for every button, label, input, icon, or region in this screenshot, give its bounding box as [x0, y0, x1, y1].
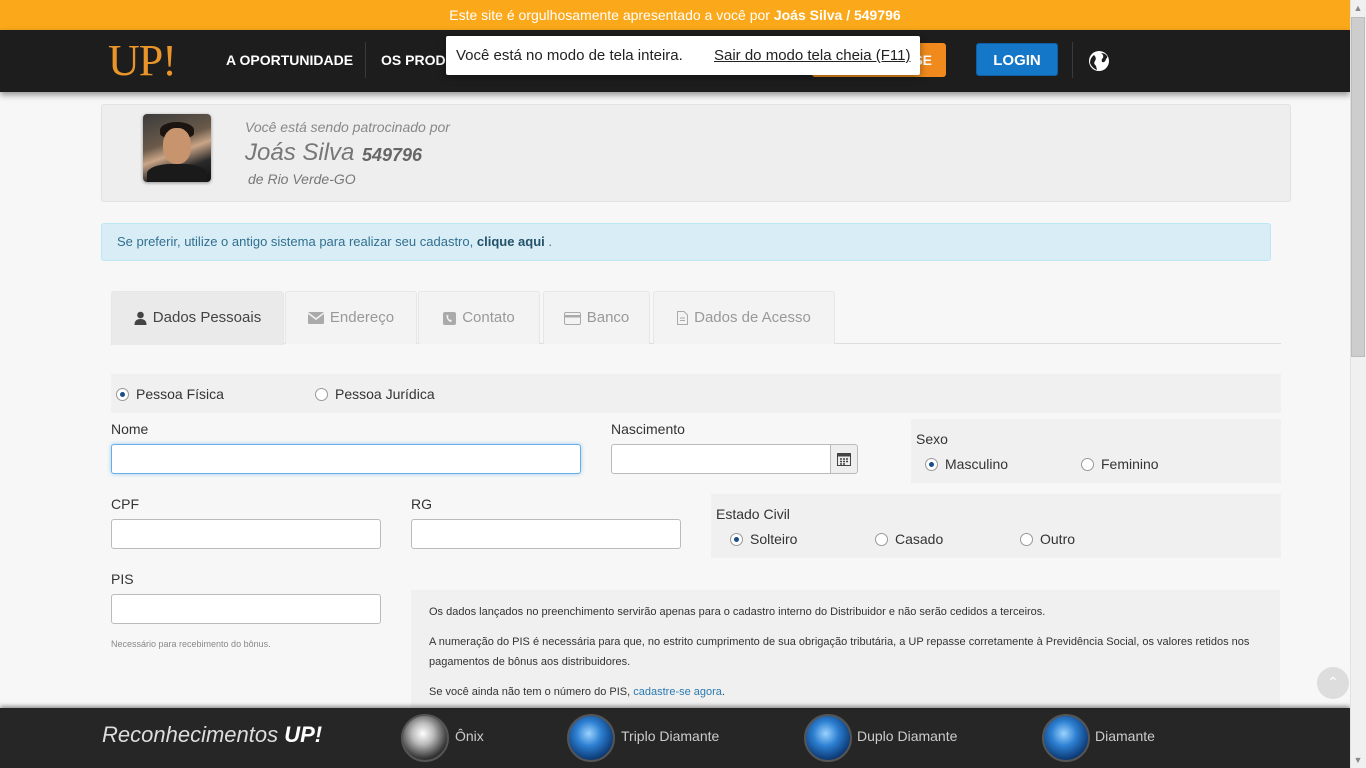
registration-tabs: Dados Pessoais Endereço Contato Banco Da… [111, 291, 1281, 345]
cpf-input[interactable] [111, 519, 381, 549]
cpf-label: CPF [111, 496, 139, 512]
radio-outro[interactable] [1020, 533, 1033, 546]
scroll-down-arrow-icon[interactable]: ▼ [1350, 752, 1366, 768]
radio-pessoa-juridica[interactable] [315, 388, 328, 401]
alert-text: Se preferir, utilize o antigo sistema pa… [117, 234, 474, 249]
scroll-up-arrow-icon[interactable]: ▲ [1350, 0, 1366, 16]
tab-contato[interactable]: Contato [418, 291, 540, 344]
sexo-group [911, 419, 1281, 483]
radio-solteiro[interactable] [730, 533, 743, 546]
tab-label: Dados de Acesso [694, 309, 811, 326]
info-paragraph: A numeração do PIS é necessária para que… [429, 636, 1250, 668]
sponsor-avatar [143, 114, 211, 182]
pis-input[interactable] [111, 594, 381, 624]
radio-casado[interactable] [875, 533, 888, 546]
solteiro-label: Solteiro [750, 531, 798, 547]
double-diamond-badge-icon [804, 714, 852, 762]
pessoa-fisica-label: Pessoa Física [136, 386, 224, 402]
globe-icon[interactable] [1087, 49, 1111, 73]
sexo-label: Sexo [916, 431, 948, 447]
casado-label: Casado [895, 531, 944, 547]
sponsor-city: de Rio Verde-GO [248, 171, 356, 187]
badge-label-duplo: Duplo Diamante [857, 728, 958, 744]
info-pis-text: Se você ainda não tem o número do PIS, [429, 686, 631, 698]
tab-label: Dados Pessoais [152, 309, 262, 326]
calendar-icon [837, 453, 851, 466]
badge-label-diamante: Diamante [1095, 728, 1155, 744]
pessoa-juridica-label: Pessoa Jurídica [335, 386, 435, 402]
tab-dados-pessoais[interactable]: Dados Pessoais [111, 291, 284, 345]
nome-input[interactable] [111, 444, 581, 474]
cadastre-pis-link[interactable]: cadastre-se agora [633, 686, 722, 698]
user-icon [134, 311, 147, 326]
footer-title-text: Reconhecimentos [102, 722, 279, 747]
fullscreen-notice: Você está no modo de tela inteira. Sair … [446, 36, 920, 75]
sponsor-name: Joás Silva [245, 139, 355, 166]
nav-divider [365, 42, 366, 78]
up-logo[interactable]: UP! [108, 38, 177, 84]
nav-item-oportunidade[interactable]: A OPORTUNIDADE [226, 30, 353, 92]
onix-badge-icon [401, 714, 449, 762]
login-button[interactable]: LOGIN [976, 43, 1058, 76]
diamond-badge-icon [1042, 714, 1090, 762]
privacy-info-box: Os dados lançados no preenchimento servi… [411, 590, 1280, 708]
calendar-button[interactable] [830, 444, 858, 474]
alert-suffix: . [548, 234, 553, 249]
badge-label-onix: Ônix [455, 728, 484, 744]
nav-item-produtos[interactable]: OS PRODU [381, 30, 456, 92]
tab-banco[interactable]: Banco [543, 291, 650, 344]
outro-label: Outro [1040, 531, 1076, 547]
pis-label: PIS [111, 571, 134, 587]
exit-fullscreen-link[interactable]: Sair do modo tela cheia (F11) [714, 36, 911, 75]
nascimento-label: Nascimento [611, 421, 685, 437]
credit-card-icon [563, 311, 581, 325]
badge-label-triplo: Triplo Diamante [621, 728, 720, 744]
recognitions-footer: Reconhecimentos UP! Ônix Triplo Diamante… [0, 708, 1350, 768]
estado-civil-label: Estado Civil [716, 506, 790, 522]
radio-feminino[interactable] [1081, 458, 1094, 471]
triple-diamond-badge-icon [567, 714, 615, 762]
sponsor-panel: Você está sendo patrocinado por Joás Sil… [101, 104, 1291, 202]
sponsor-label: Você está sendo patrocinado por [245, 119, 450, 135]
nav-divider [1072, 42, 1073, 78]
sponsor-banner-text: Este site é orgulhosamente apresentado a… [449, 7, 770, 23]
feminino-label: Feminino [1101, 456, 1159, 472]
envelope-icon [307, 312, 324, 325]
alert-link[interactable]: clique aqui [477, 234, 545, 249]
masculino-label: Masculino [945, 456, 1009, 472]
info-pis-suffix: . [721, 686, 725, 698]
info-paragraph: Os dados lançados no preenchimento servi… [429, 606, 1046, 618]
tab-label: Banco [586, 309, 630, 326]
estado-civil-group [711, 494, 1281, 558]
tab-endereco[interactable]: Endereço [285, 291, 417, 344]
footer-title: Reconhecimentos UP! [102, 722, 322, 748]
nascimento-input[interactable] [611, 444, 831, 474]
rg-label: RG [411, 496, 432, 512]
sponsor-banner: Este site é orgulhosamente apresentado a… [0, 0, 1350, 30]
nome-label: Nome [111, 421, 149, 437]
legacy-system-alert: Se preferir, utilize o antigo sistema pa… [101, 223, 1271, 261]
radio-masculino[interactable] [925, 458, 938, 471]
scroll-top-button[interactable]: ⌃ [1317, 667, 1349, 699]
file-icon [677, 311, 689, 326]
fullscreen-message: Você está no modo de tela inteira. [456, 47, 683, 64]
sponsor-banner-highlight: Joás Silva / 549796 [773, 7, 901, 23]
info-paragraph: Se você ainda não tem o número do PIS, c… [429, 682, 1262, 702]
tab-dados-acesso[interactable]: Dados de Acesso [653, 291, 835, 344]
radio-pessoa-fisica[interactable] [116, 388, 129, 401]
chevron-up-icon: ⌃ [1327, 674, 1339, 690]
person-type-group [111, 374, 1281, 413]
rg-input[interactable] [411, 519, 681, 549]
pis-help-text: Necessário para recebimento do bônus. [111, 639, 271, 649]
tab-label: Contato [462, 309, 515, 326]
sponsor-id: 549796 [362, 145, 423, 165]
phone-icon [443, 311, 457, 325]
scrollbar-thumb[interactable] [1351, 17, 1365, 357]
footer-title-brand: UP! [284, 722, 323, 747]
tab-label: Endereço [329, 309, 395, 326]
